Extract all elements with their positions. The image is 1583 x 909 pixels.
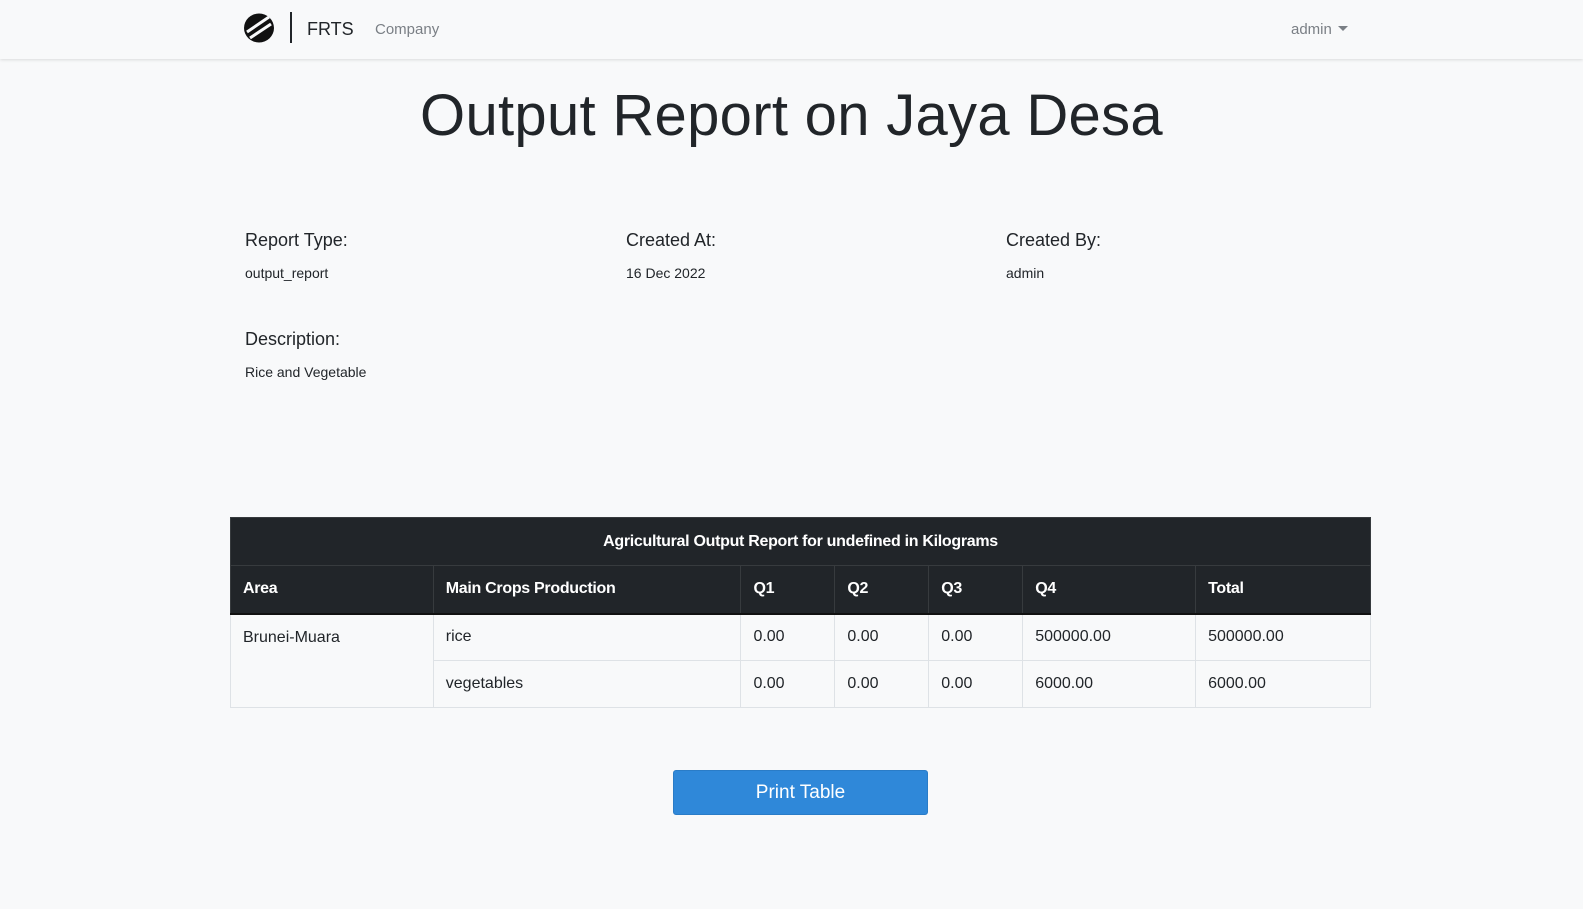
table-caption: Agricultural Output Report for undefined… <box>230 517 1371 566</box>
description-label: Description: <box>245 329 341 349</box>
created-by-label: Created By: <box>1006 230 1102 250</box>
cell-q2: 0.00 <box>834 613 930 661</box>
cell-crop: vegetables <box>432 660 742 708</box>
cell-q1: 0.00 <box>740 613 836 661</box>
cell-total: 6000.00 <box>1195 660 1371 708</box>
created-by-value: admin <box>1006 265 1045 281</box>
column-header-q2: Q2 <box>834 565 930 615</box>
output-report-table: Agricultural Output Report for undefined… <box>230 517 1371 708</box>
logo-divider <box>290 12 292 43</box>
top-navbar: FRTS Company admin <box>0 0 1583 59</box>
cell-area: Brunei-Muara <box>230 613 434 708</box>
column-header-total: Total <box>1195 565 1371 615</box>
caret-down-icon <box>1337 26 1348 31</box>
meta-created-by: Created By: admin <box>1006 230 1101 281</box>
cell-q3: 0.00 <box>928 660 1024 708</box>
brand-logo-icon[interactable] <box>243 13 275 43</box>
meta-report-type: Report Type: output_report <box>245 230 348 281</box>
user-menu-dropdown[interactable]: admin <box>1291 21 1348 38</box>
nav-link-company[interactable]: Company <box>375 21 439 38</box>
cell-q4: 6000.00 <box>1022 660 1197 708</box>
cell-total: 500000.00 <box>1195 613 1371 661</box>
report-type-value: output_report <box>245 265 329 281</box>
column-header-q1: Q1 <box>740 565 836 615</box>
page-title: Output Report on Jaya Desa <box>420 83 1163 148</box>
column-header-q3: Q3 <box>928 565 1024 615</box>
table-row: Brunei-Muara rice 0.00 0.00 0.00 500000.… <box>230 613 1371 708</box>
meta-created-at: Created At: 16 Dec 2022 <box>626 230 716 281</box>
brand-name[interactable]: FRTS <box>307 19 354 40</box>
created-at-label: Created At: <box>626 230 717 250</box>
cell-crop: rice <box>432 613 742 661</box>
report-type-label: Report Type: <box>245 230 348 250</box>
cell-q3: 0.00 <box>928 613 1024 661</box>
cell-q1: 0.00 <box>740 660 836 708</box>
column-header-area: Area <box>230 565 434 615</box>
user-menu-label: admin <box>1291 21 1332 38</box>
cell-q2: 0.00 <box>834 660 930 708</box>
description-value: Rice and Vegetable <box>245 364 367 380</box>
created-at-value: 16 Dec 2022 <box>626 265 706 281</box>
meta-description: Description: Rice and Vegetable <box>245 329 366 380</box>
print-table-button[interactable]: Print Table <box>673 770 928 815</box>
column-header-main-crops: Main Crops Production <box>432 565 742 615</box>
cell-q4: 500000.00 <box>1022 613 1197 661</box>
column-header-q4: Q4 <box>1022 565 1197 615</box>
